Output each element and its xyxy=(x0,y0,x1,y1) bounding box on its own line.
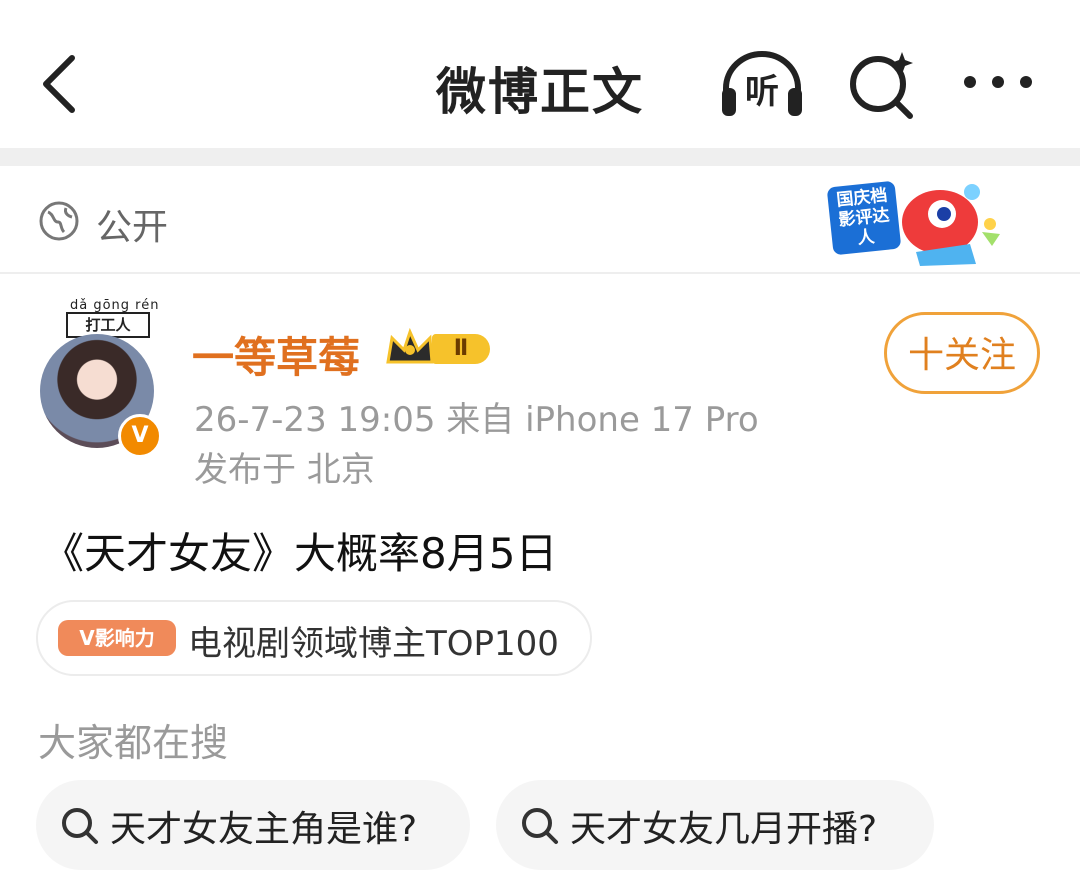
listen-label: 听 xyxy=(745,72,779,112)
hot-search-title: 大家都在搜 xyxy=(38,721,229,765)
globe-icon xyxy=(39,201,79,241)
author-name[interactable]: 一等草莓 xyxy=(192,324,360,385)
ai-search-icon xyxy=(850,52,913,119)
more-options-button[interactable] xyxy=(960,60,1036,104)
hot-search-chip-label: 天才女友几月开播? xyxy=(570,809,878,850)
visibility-label: 公开 xyxy=(96,207,169,248)
post-content: 《天才女友》大概率8月5日 xyxy=(42,529,558,578)
post-time-source: 26-7-23 19:05 来自 iPhone 17 Pro xyxy=(194,400,759,440)
post-location: 发布于 北京 xyxy=(194,450,375,490)
visibility-row: 公开 国庆档影评达人 xyxy=(0,166,1080,274)
search-icon xyxy=(62,808,98,844)
influence-tag: V影响力 xyxy=(58,620,176,656)
verified-badge: V xyxy=(118,414,162,458)
hot-search-chip[interactable]: 天才女友几月开播? xyxy=(496,780,934,870)
influence-badge[interactable]: V影响力 电视剧领域博主TOP100 xyxy=(36,600,592,676)
weibo-post: dǎ gōng rén 打工人 V 一等草莓 Ⅱ 26-7-23 19:05 来… xyxy=(0,274,1080,894)
more-dots-icon xyxy=(964,76,1032,88)
top-navigation-bar: 微博正文 听 xyxy=(0,0,1080,148)
promo-badge-text: 国庆档影评达人 xyxy=(826,180,902,256)
influence-text: 电视剧领域博主TOP100 xyxy=(188,624,559,664)
hot-search-chip-label: 天才女友主角是谁? xyxy=(110,809,418,850)
level-badge: Ⅱ xyxy=(432,334,490,364)
listen-button[interactable]: 听 xyxy=(716,44,808,124)
author-avatar[interactable]: dǎ gōng rén 打工人 V xyxy=(36,294,166,458)
avatar-frame-pinyin: dǎ gōng rén xyxy=(70,298,160,313)
section-divider xyxy=(0,148,1080,166)
follow-button[interactable]: 十关注 xyxy=(884,312,1040,394)
ai-search-button[interactable] xyxy=(846,44,920,124)
promo-badge[interactable]: 国庆档影评达人 xyxy=(820,172,1006,268)
hot-search-chip[interactable]: 天才女友主角是谁? xyxy=(36,780,470,870)
search-icon xyxy=(522,808,558,844)
